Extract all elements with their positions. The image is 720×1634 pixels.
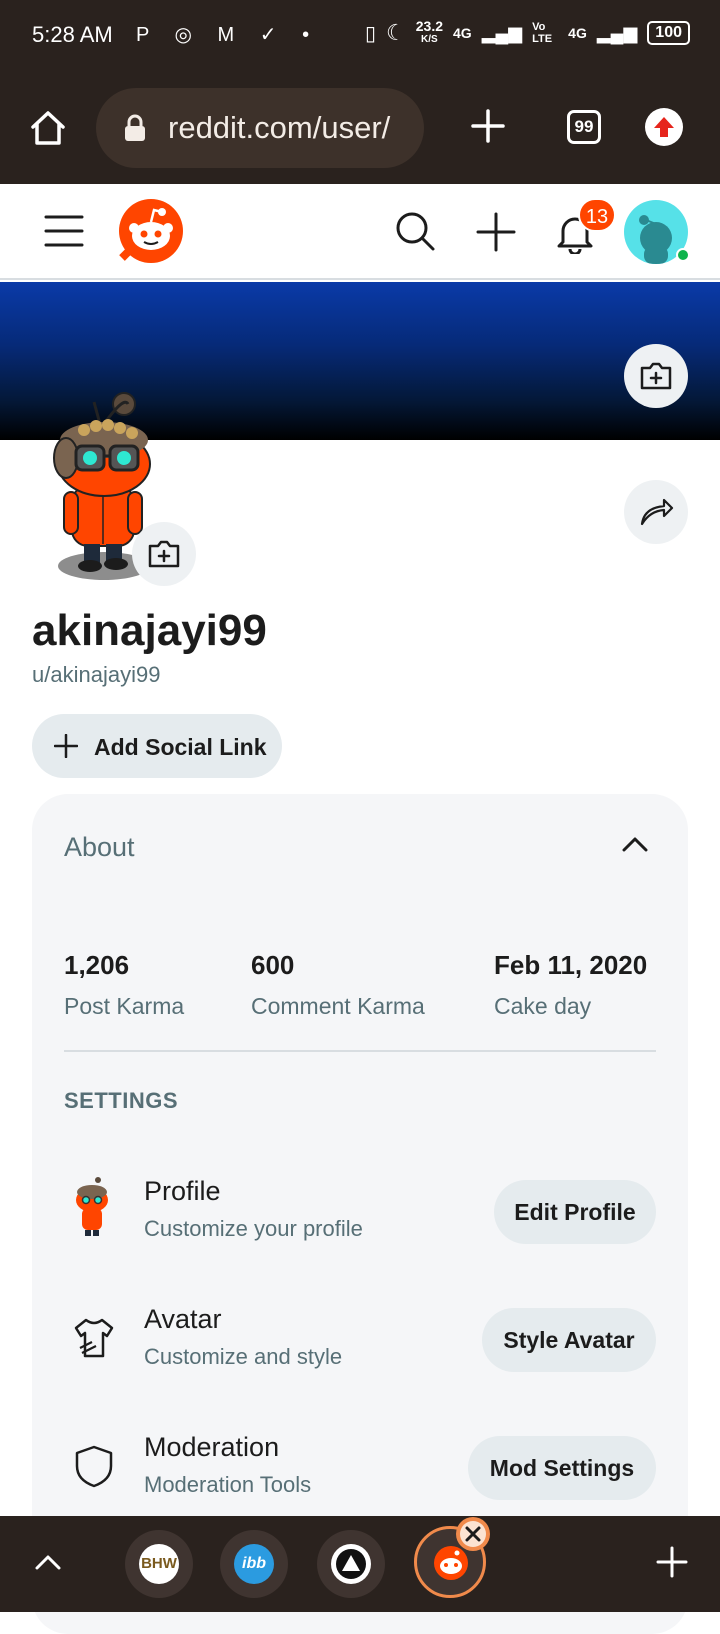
volte-label: Vo LTE — [532, 21, 553, 45]
setting-subtitle-avatar: Customize and style — [144, 1344, 343, 1369]
hamburger-icon[interactable] — [44, 214, 84, 248]
bhw-app-icon[interactable]: BHW — [125, 1530, 193, 1598]
camera-plus-icon — [148, 540, 180, 568]
browser-toolbar: reddit.com/user/ 99 — [0, 72, 720, 184]
stat-comment-karma: 600 Comment Karma — [251, 950, 425, 1020]
stat-post-karma: 1,206 Post Karma — [64, 950, 184, 1020]
share-profile-button[interactable] — [624, 480, 688, 544]
speed-indicator: 23.2 K/S — [415, 18, 444, 45]
new-tab-icon[interactable] — [470, 108, 506, 144]
search-icon[interactable] — [394, 210, 436, 252]
edit-profile-button[interactable]: Edit Profile — [494, 1180, 656, 1244]
url-text: reddit.com/user/ — [168, 110, 391, 145]
share-arrow-icon — [640, 498, 674, 526]
about-title: About — [64, 832, 135, 862]
close-icon — [460, 1521, 486, 1547]
notification-icons: P ◎ M ✓ • — [136, 24, 320, 46]
signal-icon-2: ▂▄▆ — [596, 22, 638, 43]
stat-cake-day: Feb 11, 2020 Cake day — [494, 950, 647, 1020]
reddit-header — [0, 184, 720, 280]
profile-display-name: akinajayi99 — [32, 606, 267, 655]
camera-plus-icon — [640, 362, 672, 390]
triangle-icon — [336, 1549, 366, 1579]
settings-heading: SETTINGS — [64, 1088, 179, 1113]
app-label: ibb — [234, 1544, 274, 1584]
setting-subtitle-moderation: Moderation Tools — [144, 1472, 312, 1497]
tab-count-button[interactable]: 99 — [567, 110, 601, 144]
avatar-icon — [76, 1177, 108, 1236]
chevron-up-icon[interactable] — [622, 834, 648, 854]
upload-button[interactable] — [645, 108, 683, 146]
setting-title-profile: Profile — [144, 1176, 221, 1206]
style-avatar-button[interactable]: Style Avatar — [482, 1308, 656, 1372]
battery-indicator: 100 — [647, 21, 690, 45]
home-icon[interactable] — [28, 108, 68, 148]
add-social-link-label: Add Social Link — [94, 734, 267, 760]
add-social-link-button[interactable]: Add Social Link — [32, 714, 282, 778]
setting-title-moderation: Moderation — [144, 1432, 280, 1462]
status-time: 5:28 AM — [32, 22, 113, 47]
status-right: ▯ ☾ 23.2 K/S 4G ▂▄▆ Vo LTE 4G ▂▄▆ 100 — [365, 18, 690, 46]
moon-icon: ☾ — [386, 20, 406, 45]
plus-icon — [54, 734, 78, 758]
app-inner — [331, 1544, 371, 1584]
stat-label: Post Karma — [64, 993, 185, 1019]
close-app-button[interactable] — [456, 1517, 490, 1551]
about-card: About 1,206 Post Karma 600 Comment Karma… — [32, 794, 688, 1634]
chevron-up-icon[interactable] — [34, 1552, 62, 1572]
notification-count-badge: 13 — [578, 198, 616, 232]
stat-label: Cake day — [494, 993, 592, 1019]
edit-banner-button[interactable] — [624, 344, 688, 408]
url-bar[interactable]: reddit.com/user/ — [96, 88, 424, 168]
triangle-app-icon[interactable] — [317, 1530, 385, 1598]
setting-subtitle-profile: Customize your profile — [144, 1216, 363, 1241]
network-4g-label-2: 4G — [568, 25, 587, 41]
reddit-logo-icon[interactable] — [118, 198, 184, 264]
stat-value: 1,206 — [64, 950, 130, 980]
signal-icon: ▂▄▆ — [481, 22, 523, 43]
shield-icon — [75, 1445, 113, 1488]
status-bar: 5:28 AM P ◎ M ✓ • ▯ ☾ 23.2 K/S 4G ▂▄▆ Vo… — [0, 0, 720, 72]
ibb-app-icon[interactable]: ibb — [220, 1530, 288, 1598]
mod-settings-button[interactable]: Mod Settings — [468, 1436, 656, 1500]
divider — [64, 1050, 656, 1052]
profile-handle: u/akinajayi99 — [32, 662, 161, 687]
stat-value: Feb 11, 2020 — [494, 950, 648, 980]
online-status-dot — [676, 248, 690, 262]
app-label: BHW — [139, 1544, 179, 1584]
vibrate-icon: ▯ — [365, 22, 377, 45]
setting-title-avatar: Avatar — [144, 1304, 222, 1334]
bottom-app-bar: BHW ibb — [0, 1516, 720, 1612]
lock-icon — [125, 114, 145, 141]
create-icon[interactable] — [476, 212, 516, 252]
arrow-up-icon — [654, 117, 674, 137]
stat-label: Comment Karma — [251, 993, 425, 1019]
plus-icon[interactable] — [656, 1546, 688, 1578]
network-4g-label: 4G — [453, 25, 472, 41]
shirt-icon — [74, 1318, 114, 1358]
edit-avatar-button[interactable] — [132, 522, 196, 586]
stat-value: 600 — [251, 950, 295, 980]
